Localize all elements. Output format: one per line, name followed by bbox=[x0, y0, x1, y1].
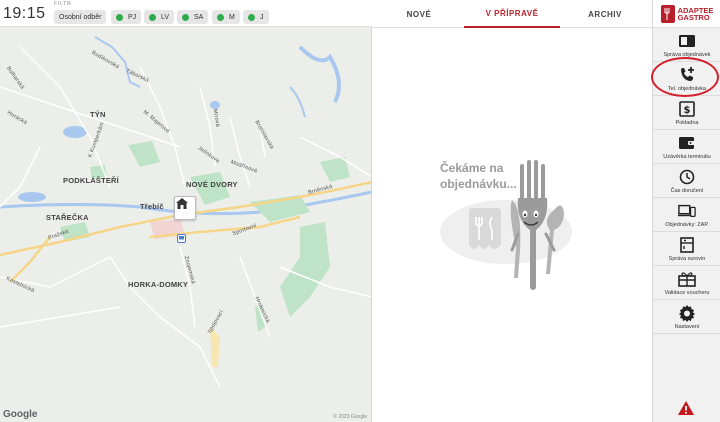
sidebar-item-label: Pokladna bbox=[675, 120, 699, 126]
status-dot bbox=[248, 13, 255, 21]
sidebar-item-orders-toggle[interactable]: Objednávky: ZAP. bbox=[653, 198, 720, 232]
map-copyright: © 2023 Google bbox=[333, 414, 367, 420]
devices-icon bbox=[678, 202, 696, 220]
brand-line2: GASTRO bbox=[677, 12, 710, 22]
chip-label: SA bbox=[194, 13, 204, 21]
header-bar: 19:15 FILTR Osobní odběr PJ LV SA M J bbox=[0, 0, 372, 27]
sidebar-item-label: Validace voucheru bbox=[664, 290, 710, 296]
sidebar-item-cash-register[interactable]: $ Pokladna bbox=[653, 96, 720, 130]
sidebar-item-ingredients[interactable]: Správa surovin bbox=[653, 232, 720, 266]
sidebar-item-label: Čas doručení bbox=[670, 188, 704, 194]
sidebar-item-delivery-time[interactable]: Čas doručení bbox=[653, 164, 720, 198]
google-logo: Google bbox=[3, 409, 38, 420]
filter-chip-sa[interactable]: SA bbox=[177, 10, 209, 24]
status-dot bbox=[149, 13, 156, 21]
chip-label: LV bbox=[161, 13, 170, 21]
map-label-horka-domky: HORKA-DOMKY bbox=[128, 280, 189, 289]
app-root: TÝN PODKLÁŠTEŘÍ NOVÉ DVORY Třebíč STAŘEČ… bbox=[0, 0, 720, 422]
sidebar-item-label: Uzávěrka terminálu bbox=[663, 154, 711, 160]
pantry-icon bbox=[678, 236, 696, 254]
map-view[interactable]: TÝN PODKLÁŠTEŘÍ NOVÉ DVORY Třebíč STAŘEČ… bbox=[0, 27, 372, 422]
filter-chip-lv[interactable]: LV bbox=[144, 10, 175, 24]
highlight-ring bbox=[651, 57, 719, 97]
filter-chip-pj[interactable]: PJ bbox=[111, 10, 142, 24]
svg-text:$: $ bbox=[684, 105, 691, 116]
home-icon bbox=[176, 198, 188, 209]
map-label-tyn: TÝN bbox=[90, 110, 106, 119]
sidebar-item-settings[interactable]: Nastavení bbox=[653, 300, 720, 334]
brand-mark-icon bbox=[660, 4, 675, 23]
sidebar-item-label: Objednávky: ZAP. bbox=[665, 222, 709, 228]
map-label-starecka: STAŘEČKA bbox=[46, 213, 89, 222]
status-dot bbox=[182, 13, 189, 21]
chip-label: J bbox=[260, 13, 264, 21]
chip-label: M bbox=[229, 13, 235, 21]
gift-icon bbox=[678, 270, 696, 288]
cash-register-icon: $ bbox=[678, 100, 696, 118]
empty-state-line1: Čekáme na bbox=[440, 161, 504, 175]
sidebar-item-label: Správa surovin bbox=[668, 256, 706, 262]
wallet-icon bbox=[678, 134, 696, 152]
restaurant-location-pin[interactable] bbox=[174, 196, 196, 220]
sidebar-item-terminal-closing[interactable]: Uzávěrka terminálu bbox=[653, 130, 720, 164]
filter-chip-m[interactable]: M bbox=[212, 10, 240, 24]
empty-state-line2: objednávku... bbox=[440, 177, 517, 191]
map-label-podklasteri: PODKLÁŠTEŘÍ bbox=[63, 176, 119, 185]
tab-archive[interactable]: ARCHIV bbox=[578, 0, 632, 28]
gear-icon bbox=[678, 304, 696, 322]
clock-icon bbox=[678, 168, 696, 186]
train-station-icon bbox=[177, 234, 186, 243]
tab-new[interactable]: NOVÉ bbox=[392, 0, 446, 28]
map-label-trebic: Třebíč bbox=[140, 202, 164, 211]
map-label-nove-dvory: NOVÉ DVORY bbox=[186, 180, 238, 189]
empty-state-message: Čekáme na objednávku... bbox=[440, 160, 517, 192]
brand-logo: ADAPTEE GASTRO bbox=[653, 0, 720, 28]
orders-panel: NOVÉ V PŘÍPRAVĚ ARCHIV Čekáme na objedná… bbox=[372, 0, 652, 422]
status-dot bbox=[217, 13, 224, 21]
chip-label: PJ bbox=[128, 13, 137, 21]
sidebar-item-voucher-validation[interactable]: Validace voucheru bbox=[653, 266, 720, 300]
chip-label: Osobní odběr bbox=[59, 13, 102, 21]
book-icon bbox=[678, 32, 696, 50]
filter-label: FILTR bbox=[54, 1, 72, 7]
warning-icon[interactable] bbox=[677, 400, 695, 416]
map-canvas bbox=[0, 36, 371, 388]
filter-chip-pickup[interactable]: Osobní odběr bbox=[54, 10, 107, 24]
filter-chip-j[interactable]: J bbox=[243, 10, 269, 24]
sidebar-item-label: Nastavení bbox=[674, 324, 700, 330]
tab-in-preparation[interactable]: V PŘÍPRAVĚ bbox=[464, 0, 560, 28]
clock: 19:15 bbox=[3, 5, 46, 22]
status-dot bbox=[116, 13, 123, 21]
order-tabs: NOVÉ V PŘÍPRAVĚ ARCHIV bbox=[372, 0, 652, 28]
